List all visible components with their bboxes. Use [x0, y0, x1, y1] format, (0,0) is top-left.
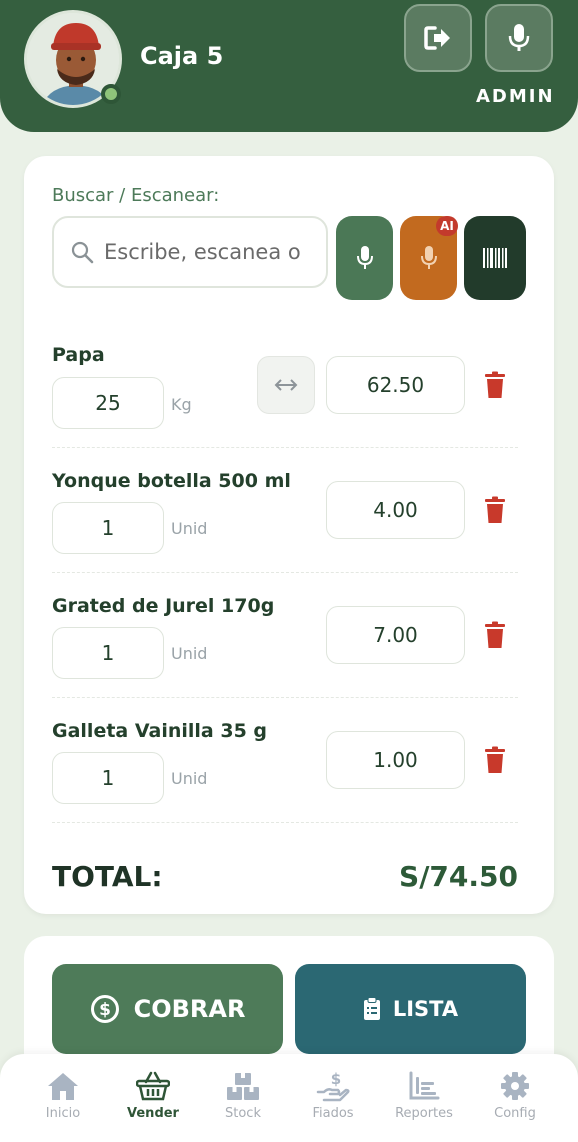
boxes-icon	[226, 1070, 260, 1102]
nav-label: Reportes	[395, 1106, 453, 1121]
price-input[interactable]: 62.50	[326, 356, 465, 414]
voice-search-button[interactable]	[336, 216, 393, 300]
swap-horizontal-icon	[274, 379, 298, 391]
nav-label: Fiados	[312, 1106, 354, 1121]
online-status-indicator	[101, 84, 121, 104]
trash-icon	[485, 496, 505, 523]
trash-icon	[485, 746, 505, 773]
item-divider	[52, 572, 518, 573]
list-button-label: LISTA	[392, 997, 459, 1021]
trash-icon	[485, 621, 505, 648]
list-button[interactable]: LISTA	[295, 964, 526, 1054]
unit-label: Unid	[171, 519, 208, 538]
ai-badge: AI	[436, 216, 458, 236]
chart-icon	[408, 1070, 440, 1102]
delete-item-button[interactable]	[482, 620, 508, 650]
gear-icon	[500, 1070, 530, 1102]
nav-label: Inicio	[45, 1106, 81, 1121]
user-role-label: ADMIN	[476, 86, 555, 107]
nav-label: Stock	[225, 1106, 261, 1121]
cart-item-name: Galleta Vainilla 35 g	[52, 720, 268, 742]
barcode-scan-button[interactable]	[464, 216, 526, 300]
cart-item-name: Grated de Jurel 170g	[52, 595, 275, 617]
total-label: TOTAL:	[52, 860, 163, 893]
quantity-input[interactable]: 1	[52, 752, 164, 804]
charge-button[interactable]: $ COBRAR	[52, 964, 283, 1054]
register-name: Caja 5	[140, 42, 224, 70]
nav-item-reportes[interactable]: Reportes	[384, 1070, 464, 1126]
delete-item-button[interactable]	[482, 745, 508, 775]
nav-item-inicio[interactable]: Inicio	[23, 1070, 103, 1126]
home-icon	[47, 1070, 79, 1102]
unit-label: Unid	[171, 769, 208, 788]
delete-item-button[interactable]	[482, 370, 508, 400]
trash-icon	[485, 371, 505, 398]
basket-icon	[136, 1070, 170, 1102]
nav-item-stock[interactable]: Stock	[203, 1070, 283, 1126]
search-input[interactable]	[104, 240, 304, 264]
nav-label: Config	[494, 1106, 536, 1121]
nav-item-config[interactable]: Config	[475, 1070, 555, 1126]
search-icon	[70, 240, 94, 264]
nav-item-vender[interactable]: Vender	[113, 1070, 193, 1126]
total-amount: S/74.50	[399, 860, 518, 893]
nav-item-fiados[interactable]: $ Fiados	[293, 1070, 373, 1126]
logout-button[interactable]	[404, 4, 472, 72]
unit-label: Kg	[171, 395, 192, 414]
quantity-input[interactable]: 1	[52, 502, 164, 554]
swap-quantity-price-button[interactable]	[257, 356, 315, 414]
item-divider	[52, 447, 518, 448]
delete-item-button[interactable]	[482, 495, 508, 525]
voice-command-button[interactable]	[485, 4, 553, 72]
price-input[interactable]: 4.00	[326, 481, 465, 539]
cart-item-name: Papa	[52, 344, 105, 366]
search-field[interactable]	[52, 216, 328, 288]
barcode-icon	[483, 248, 507, 268]
quantity-input[interactable]: 25	[52, 377, 164, 429]
price-input[interactable]: 7.00	[326, 606, 465, 664]
microphone-icon	[356, 246, 373, 269]
credit-hand-icon: $	[316, 1070, 350, 1102]
cart-item-name: Yonque botella 500 ml	[52, 470, 291, 492]
coin-icon: $	[90, 995, 119, 1023]
quantity-input[interactable]: 1	[52, 627, 164, 679]
charge-button-label: COBRAR	[133, 995, 246, 1023]
clipboard-icon	[363, 997, 380, 1020]
logout-icon	[424, 26, 450, 50]
price-input[interactable]: 1.00	[326, 731, 465, 789]
svg-text:$: $	[99, 1000, 111, 1020]
unit-label: Unid	[171, 644, 208, 663]
nav-label: Vender	[127, 1106, 179, 1121]
item-divider	[52, 822, 518, 823]
microphone-icon	[508, 24, 530, 51]
item-divider	[52, 697, 518, 698]
search-label: Buscar / Escanear:	[52, 185, 220, 206]
svg-text:$: $	[331, 1070, 341, 1088]
ai-microphone-icon	[420, 246, 437, 269]
